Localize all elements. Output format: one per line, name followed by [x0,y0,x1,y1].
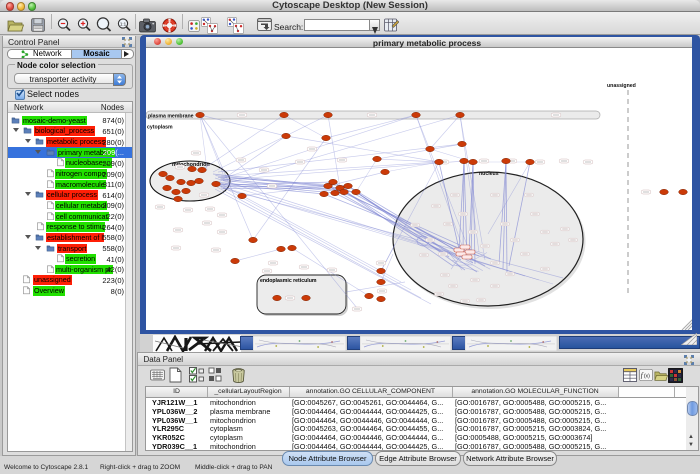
svg-text:1:1: 1:1 [120,21,127,26]
svg-text:nucleus: nucleus [479,171,499,177]
svg-text:(x): (x) [644,374,650,380]
svg-text:cytoplasm: cytoplasm [147,125,173,131]
svg-text:plasma membrane: plasma membrane [148,114,194,120]
svg-text:unassigned: unassigned [607,83,636,89]
svg-text:endoplasmic reticulum: endoplasmic reticulum [260,278,317,284]
